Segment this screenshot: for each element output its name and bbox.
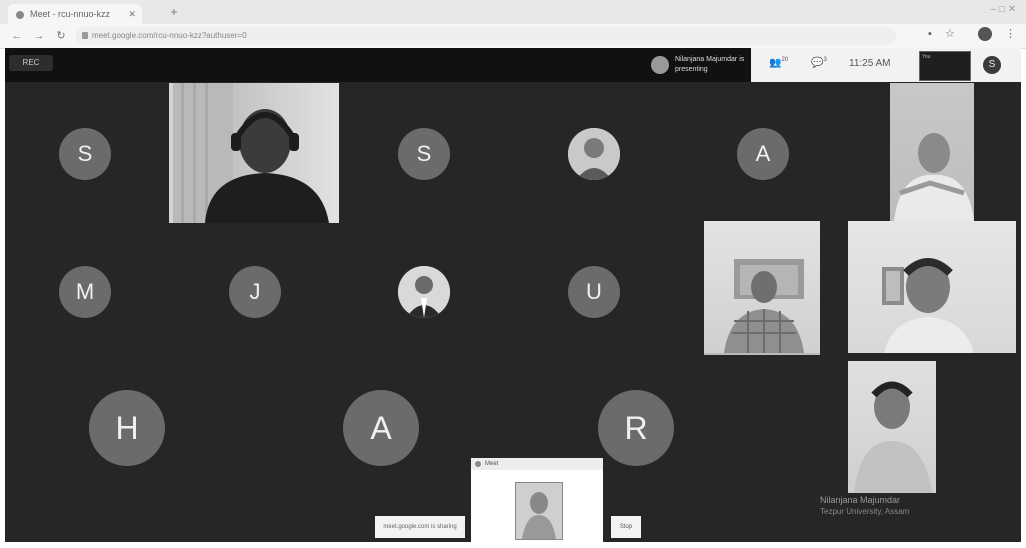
person-checked-shirt-icon bbox=[724, 259, 804, 353]
participant-initial[interactable]: A bbox=[343, 390, 419, 466]
participant-initial[interactable]: R bbox=[598, 390, 674, 466]
camera-indicator-icon[interactable]: ▪ bbox=[928, 28, 932, 40]
account-avatar[interactable]: S bbox=[983, 56, 1001, 74]
participant-photo-avatar[interactable] bbox=[568, 128, 620, 180]
person-headphones-icon bbox=[173, 83, 329, 223]
new-tab-button[interactable]: + bbox=[166, 4, 182, 20]
presentation-popup[interactable]: Meet bbox=[471, 458, 603, 542]
caption-institution: Tezpur University, Assam bbox=[820, 507, 910, 516]
participant-video-middle[interactable] bbox=[704, 221, 820, 355]
address-bar-row: ← → ↻ meet.google.com/rcu-nnuo-kzz?authu… bbox=[0, 24, 1026, 49]
participant-initial[interactable]: U bbox=[568, 266, 620, 318]
participant-video-right-top[interactable] bbox=[890, 83, 974, 221]
participant-photo-avatar[interactable] bbox=[398, 266, 450, 318]
browser-toolbar-icons: ▪ ☆ ⋮ bbox=[918, 27, 1016, 42]
browser-tab-bar: Meet - rcu-nnuo-kzz ✕ + – □ ✕ bbox=[0, 0, 1026, 24]
person-suit-icon bbox=[398, 266, 450, 318]
participant-initial[interactable]: A bbox=[737, 128, 789, 180]
chat-icon[interactable]: 💬3 bbox=[811, 57, 827, 68]
participant-video-speaker[interactable] bbox=[848, 221, 1016, 353]
participant-initial[interactable]: H bbox=[89, 390, 165, 466]
participant-video-bottom-right[interactable] bbox=[848, 361, 936, 493]
participant-initial[interactable]: S bbox=[59, 128, 111, 180]
meet-stage: REC Nilanjana Majumdar is presenting 👥20… bbox=[5, 48, 1021, 542]
participant-initial[interactable]: S bbox=[398, 128, 450, 180]
meet-favicon-icon bbox=[16, 10, 24, 19]
browser-tab[interactable]: Meet - rcu-nnuo-kzz ✕ bbox=[8, 4, 142, 24]
person-photo-icon bbox=[568, 128, 620, 180]
meet-controls-strip: 👥20 💬3 11:25 AM You S bbox=[751, 48, 1021, 82]
lock-icon bbox=[82, 32, 88, 39]
speaker-caption: Nilanjana Majumdar Tezpur University, As… bbox=[820, 494, 1020, 518]
forward-arrow-icon[interactable]: → bbox=[32, 24, 46, 48]
self-view-label: You bbox=[922, 54, 931, 60]
meet-logo-icon bbox=[475, 461, 481, 467]
person-video-icon bbox=[854, 381, 932, 493]
person-speaking-icon bbox=[882, 258, 974, 353]
tab-title: Meet - rcu-nnuo-kzz bbox=[30, 9, 111, 19]
omnibox[interactable]: meet.google.com/rcu-nnuo-kzz?authuser=0 bbox=[76, 27, 896, 45]
portrait-image-icon bbox=[522, 492, 556, 539]
self-view-thumbnail[interactable]: You bbox=[919, 51, 971, 81]
presenter-avatar bbox=[651, 56, 669, 74]
meet-header: REC Nilanjana Majumdar is presenting 👥20… bbox=[5, 48, 1021, 82]
participant-video-headphones[interactable] bbox=[169, 83, 339, 223]
popup-title: Meet bbox=[485, 461, 499, 467]
url-text: meet.google.com/rcu-nnuo-kzz?authuser=0 bbox=[92, 31, 247, 40]
meeting-time: 11:25 AM bbox=[849, 58, 891, 69]
presentation-image bbox=[515, 482, 563, 540]
sharing-notification-bar: meet.google.com is sharing bbox=[375, 516, 465, 538]
person-video-icon bbox=[894, 133, 974, 221]
chat-count: 3 bbox=[823, 57, 827, 63]
tab-close-icon[interactable]: ✕ bbox=[128, 4, 136, 24]
reload-icon[interactable]: ↻ bbox=[54, 24, 68, 48]
browser-menu-icon[interactable]: ⋮ bbox=[1005, 28, 1016, 40]
window-controls[interactable]: – □ ✕ bbox=[990, 4, 1016, 15]
star-icon[interactable]: ☆ bbox=[945, 28, 955, 40]
back-arrow-icon[interactable]: ← bbox=[10, 24, 24, 48]
caption-name: Nilanjana Majumdar bbox=[820, 495, 901, 505]
popup-header: Meet bbox=[471, 458, 603, 470]
participant-initial[interactable]: J bbox=[229, 266, 281, 318]
people-icon[interactable]: 👥20 bbox=[769, 57, 788, 68]
participant-count: 20 bbox=[781, 57, 789, 63]
recording-badge: REC bbox=[9, 55, 53, 71]
participant-initial[interactable]: M bbox=[59, 266, 111, 318]
profile-avatar-icon[interactable] bbox=[968, 27, 992, 42]
stop-sharing-button[interactable]: Stop bbox=[611, 516, 641, 538]
